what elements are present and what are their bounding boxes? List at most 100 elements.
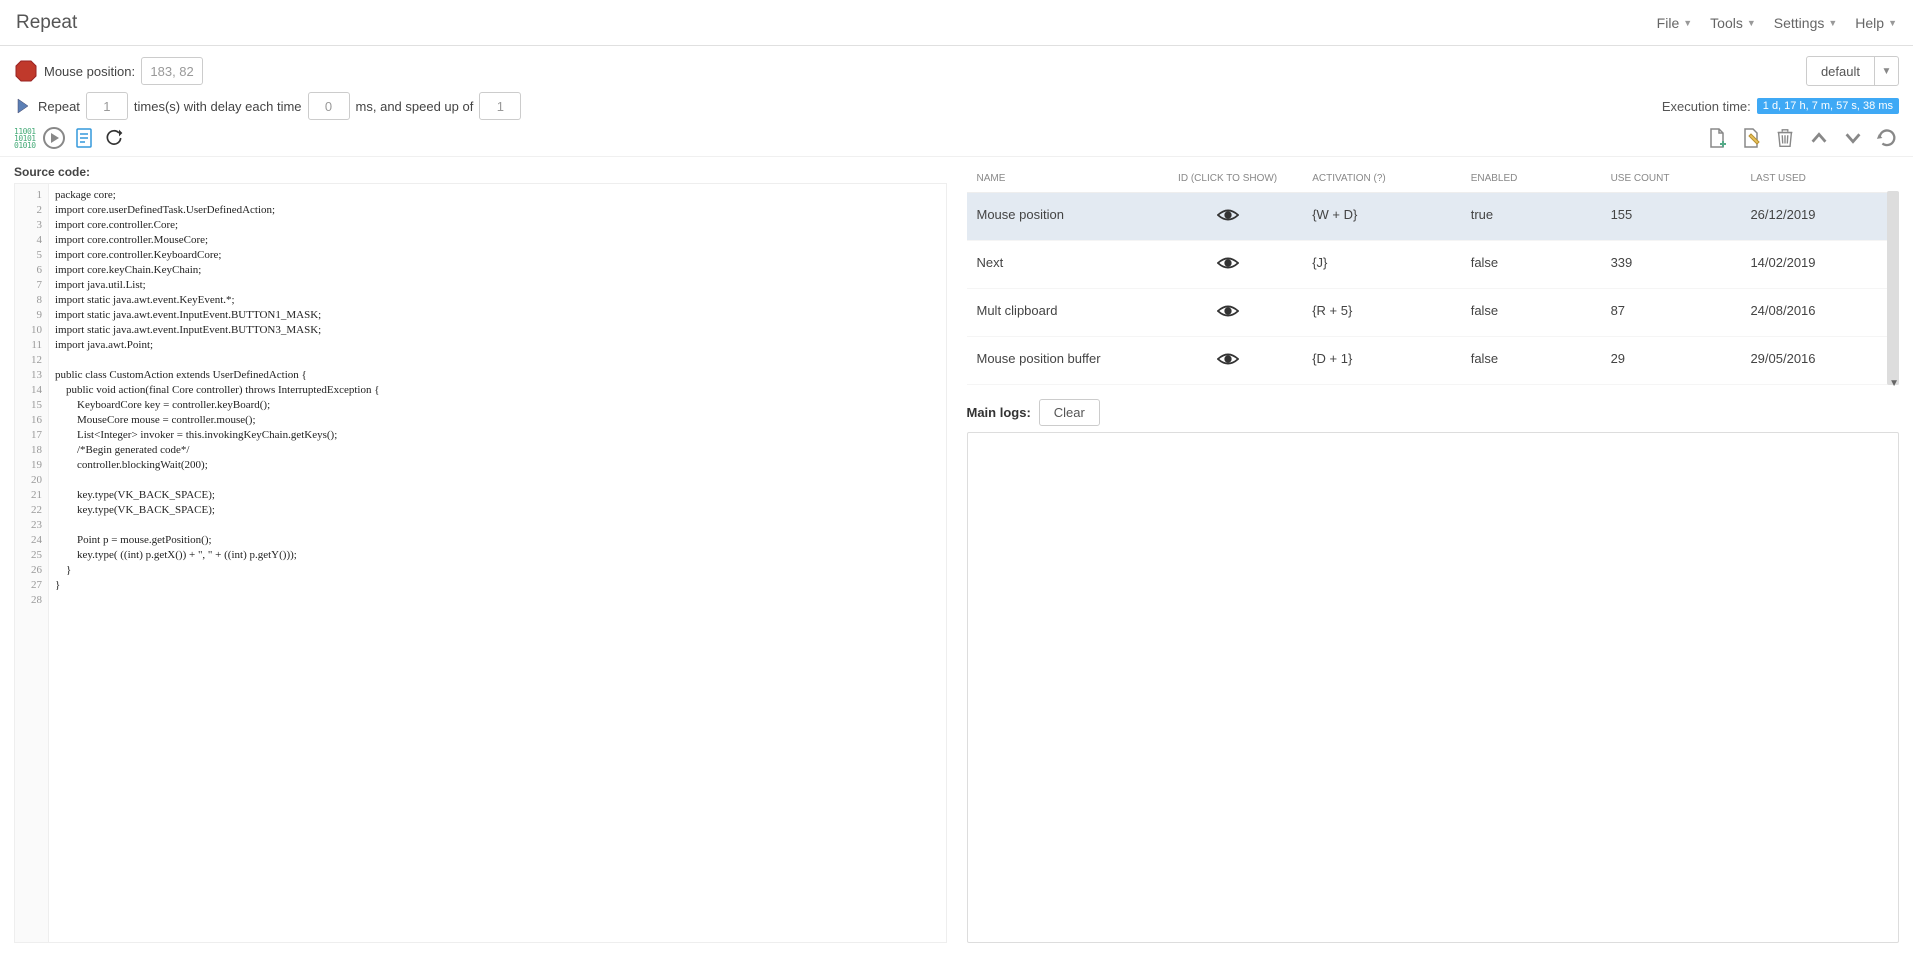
play-small-button[interactable]	[14, 97, 32, 115]
code-line[interactable]: MouseCore mouse = controller.mouse();	[55, 413, 940, 428]
scroll-caret-down-icon[interactable]: ▼	[1889, 378, 1899, 389]
menu-settings[interactable]: Settings ▼	[1774, 15, 1838, 31]
code-line[interactable]	[55, 518, 940, 533]
line-number: 15	[15, 398, 42, 413]
col-id[interactable]: ID (CLICK TO SHOW)	[1153, 165, 1302, 193]
table-row[interactable]: Mult clipboard{R + 5}false8724/08/2016	[967, 289, 1900, 337]
cell-last-used: 26/12/2019	[1740, 193, 1899, 241]
move-up-button[interactable]	[1807, 126, 1831, 150]
code-line[interactable]: import java.util.List;	[55, 278, 940, 293]
cell-id[interactable]	[1153, 337, 1302, 385]
code-line[interactable]: import core.controller.MouseCore;	[55, 233, 940, 248]
reload-button[interactable]	[1875, 126, 1899, 150]
code-line[interactable]: import java.awt.Point;	[55, 338, 940, 353]
cell-last-used: 29/05/2016	[1740, 337, 1899, 385]
code-line[interactable]: List<Integer> invoker = this.invokingKey…	[55, 428, 940, 443]
delete-task-button[interactable]	[1773, 126, 1797, 150]
line-number: 6	[15, 263, 42, 278]
line-number: 20	[15, 473, 42, 488]
table-row[interactable]: Next{J}false33914/02/2019	[967, 241, 1900, 289]
compile-icon[interactable]: 11001 10101 01010	[14, 128, 36, 149]
code-line[interactable]: import core.controller.Core;	[55, 218, 940, 233]
profile-select-label: default	[1807, 57, 1874, 85]
code-line[interactable]: key.type( ((int) p.getX()) + ", " + ((in…	[55, 548, 940, 563]
cell-enabled: false	[1461, 241, 1601, 289]
code-line[interactable]	[55, 593, 940, 608]
script-button[interactable]	[72, 126, 96, 150]
edit-task-button[interactable]	[1739, 126, 1763, 150]
menu-file[interactable]: File ▼	[1657, 15, 1692, 31]
code-line[interactable]: import static java.awt.event.InputEvent.…	[55, 308, 940, 323]
code-line[interactable]: Point p = mouse.getPosition();	[55, 533, 940, 548]
menu-tools[interactable]: Tools ▼	[1710, 15, 1756, 31]
repeat-count-input[interactable]	[86, 92, 128, 120]
new-document-icon	[1705, 126, 1729, 150]
run-button[interactable]	[42, 126, 66, 150]
table-row[interactable]: Mouse position buffer{D + 1}false2929/05…	[967, 337, 1900, 385]
caret-down-icon: ▼	[1888, 18, 1897, 28]
code-line[interactable]: import static java.awt.event.InputEvent.…	[55, 323, 940, 338]
refresh-button[interactable]	[102, 126, 126, 150]
repeat-label: Repeat	[38, 99, 80, 114]
cell-id[interactable]	[1153, 289, 1302, 337]
code-line[interactable]: controller.blockingWait(200);	[55, 458, 940, 473]
code-line[interactable]: import core.controller.KeyboardCore;	[55, 248, 940, 263]
cell-id[interactable]	[1153, 241, 1302, 289]
code-body[interactable]: package core;import core.userDefinedTask…	[49, 184, 946, 942]
eye-icon[interactable]	[1217, 207, 1239, 223]
caret-down-icon: ▼	[1747, 18, 1756, 28]
new-task-button[interactable]	[1705, 126, 1729, 150]
code-line[interactable]: public class CustomAction extends UserDe…	[55, 368, 940, 383]
code-line[interactable]: import core.keyChain.KeyChain;	[55, 263, 940, 278]
eye-icon[interactable]	[1217, 303, 1239, 319]
code-line[interactable]: }	[55, 578, 940, 593]
scrollbar[interactable]	[1887, 191, 1899, 385]
code-line[interactable]: KeyboardCore key = controller.keyBoard()…	[55, 398, 940, 413]
code-editor[interactable]: 1234567891011121314151617181920212223242…	[14, 183, 947, 943]
mouse-position-input[interactable]	[141, 57, 203, 85]
line-number: 28	[15, 593, 42, 608]
eye-icon[interactable]	[1217, 351, 1239, 367]
code-line[interactable]: }	[55, 563, 940, 578]
stop-button[interactable]	[14, 59, 38, 83]
cell-id[interactable]	[1153, 193, 1302, 241]
code-line[interactable]: key.type(VK_BACK_SPACE);	[55, 503, 940, 518]
col-enabled[interactable]: ENABLED	[1461, 165, 1601, 193]
menu-help-label: Help	[1855, 15, 1884, 31]
cell-activation: {J}	[1302, 241, 1461, 289]
menu-file-label: File	[1657, 15, 1680, 31]
chevron-down-icon	[1842, 127, 1864, 149]
document-lines-icon	[72, 126, 96, 150]
col-last-used[interactable]: LAST USED	[1740, 165, 1899, 193]
col-activation[interactable]: ACTIVATION (?)	[1302, 165, 1461, 193]
app-title: Repeat	[16, 12, 77, 34]
code-line[interactable]: import static java.awt.event.KeyEvent.*;	[55, 293, 940, 308]
code-line[interactable]: public void action(final Core controller…	[55, 383, 940, 398]
speedup-input[interactable]	[479, 92, 521, 120]
menu-help[interactable]: Help ▼	[1855, 15, 1897, 31]
line-number: 13	[15, 368, 42, 383]
cell-last-used: 24/08/2016	[1740, 289, 1899, 337]
edit-document-icon	[1739, 126, 1763, 150]
move-down-button[interactable]	[1841, 126, 1865, 150]
code-line[interactable]: import core.userDefinedTask.UserDefinedA…	[55, 203, 940, 218]
task-table-wrap: NAME ID (CLICK TO SHOW) ACTIVATION (?) E…	[967, 165, 1900, 385]
logs-output[interactable]	[967, 432, 1900, 943]
table-row[interactable]: Mouse position{W + D}true15526/12/2019	[967, 193, 1900, 241]
mouse-position-label: Mouse position:	[44, 64, 135, 79]
code-line[interactable]: package core;	[55, 188, 940, 203]
eye-icon[interactable]	[1217, 255, 1239, 271]
cell-name: Next	[967, 241, 1154, 289]
right-pane: NAME ID (CLICK TO SHOW) ACTIVATION (?) E…	[967, 165, 1900, 943]
code-line[interactable]	[55, 353, 940, 368]
delay-input[interactable]	[308, 92, 350, 120]
code-line[interactable]	[55, 473, 940, 488]
menu-settings-label: Settings	[1774, 15, 1825, 31]
code-line[interactable]: key.type(VK_BACK_SPACE);	[55, 488, 940, 503]
col-name[interactable]: NAME	[967, 165, 1154, 193]
chevron-up-icon	[1808, 127, 1830, 149]
profile-select[interactable]: default ▼	[1806, 56, 1899, 86]
col-use-count[interactable]: USE COUNT	[1601, 165, 1741, 193]
code-line[interactable]: /*Begin generated code*/	[55, 443, 940, 458]
clear-logs-button[interactable]: Clear	[1039, 399, 1100, 426]
